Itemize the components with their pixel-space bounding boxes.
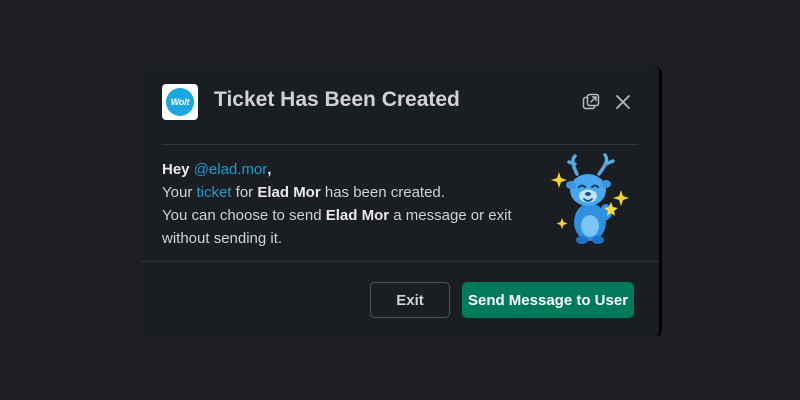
ticket-line-mid: for — [231, 184, 258, 201]
app-logo-text: Wolt — [166, 88, 194, 116]
send-message-button[interactable]: Send Message to User — [462, 282, 634, 318]
ticket-line-end: has been created. — [320, 184, 445, 201]
user-name: Elad Mor — [257, 184, 321, 201]
close-icon — [616, 95, 630, 109]
ticket-link[interactable]: ticket — [196, 184, 231, 201]
popout-window-icon — [582, 93, 600, 110]
choice-line: You can choose to send Elad Mor a messag… — [162, 204, 542, 227]
modal-title: Ticket Has Been Created — [214, 88, 460, 111]
user-name-2: Elad Mor — [325, 207, 390, 224]
exit-button[interactable]: Exit — [370, 282, 450, 318]
ticket-created-modal: Wolt Ticket Has Been Created Hey @elad.m… — [141, 66, 661, 336]
popout-button[interactable] — [579, 90, 603, 114]
choice-line-start: You can choose to send — [162, 207, 326, 224]
modal-header: Wolt Ticket Has Been Created — [141, 66, 660, 144]
reindeer-mascot-icon — [551, 153, 629, 244]
greeting-line: Hey @elad.mor, — [162, 158, 542, 181]
footer-divider — [141, 261, 660, 262]
message-body: Hey @elad.mor, Your ticket for Elad Mor … — [162, 158, 542, 250]
ticket-line-start: Your — [162, 184, 197, 201]
exit-line: without sending it. — [162, 230, 283, 247]
header-divider — [162, 144, 638, 145]
close-button[interactable] — [611, 90, 635, 114]
user-mention-link[interactable]: @elad.mor — [194, 161, 268, 178]
wolt-logo-icon: Wolt — [162, 84, 198, 120]
greeting-text: Hey — [162, 161, 194, 178]
choice-line-end: a message or exit — [389, 207, 512, 224]
greeting-comma: , — [267, 161, 272, 178]
ticket-line: Your ticket for Elad Mor has been create… — [162, 181, 542, 204]
